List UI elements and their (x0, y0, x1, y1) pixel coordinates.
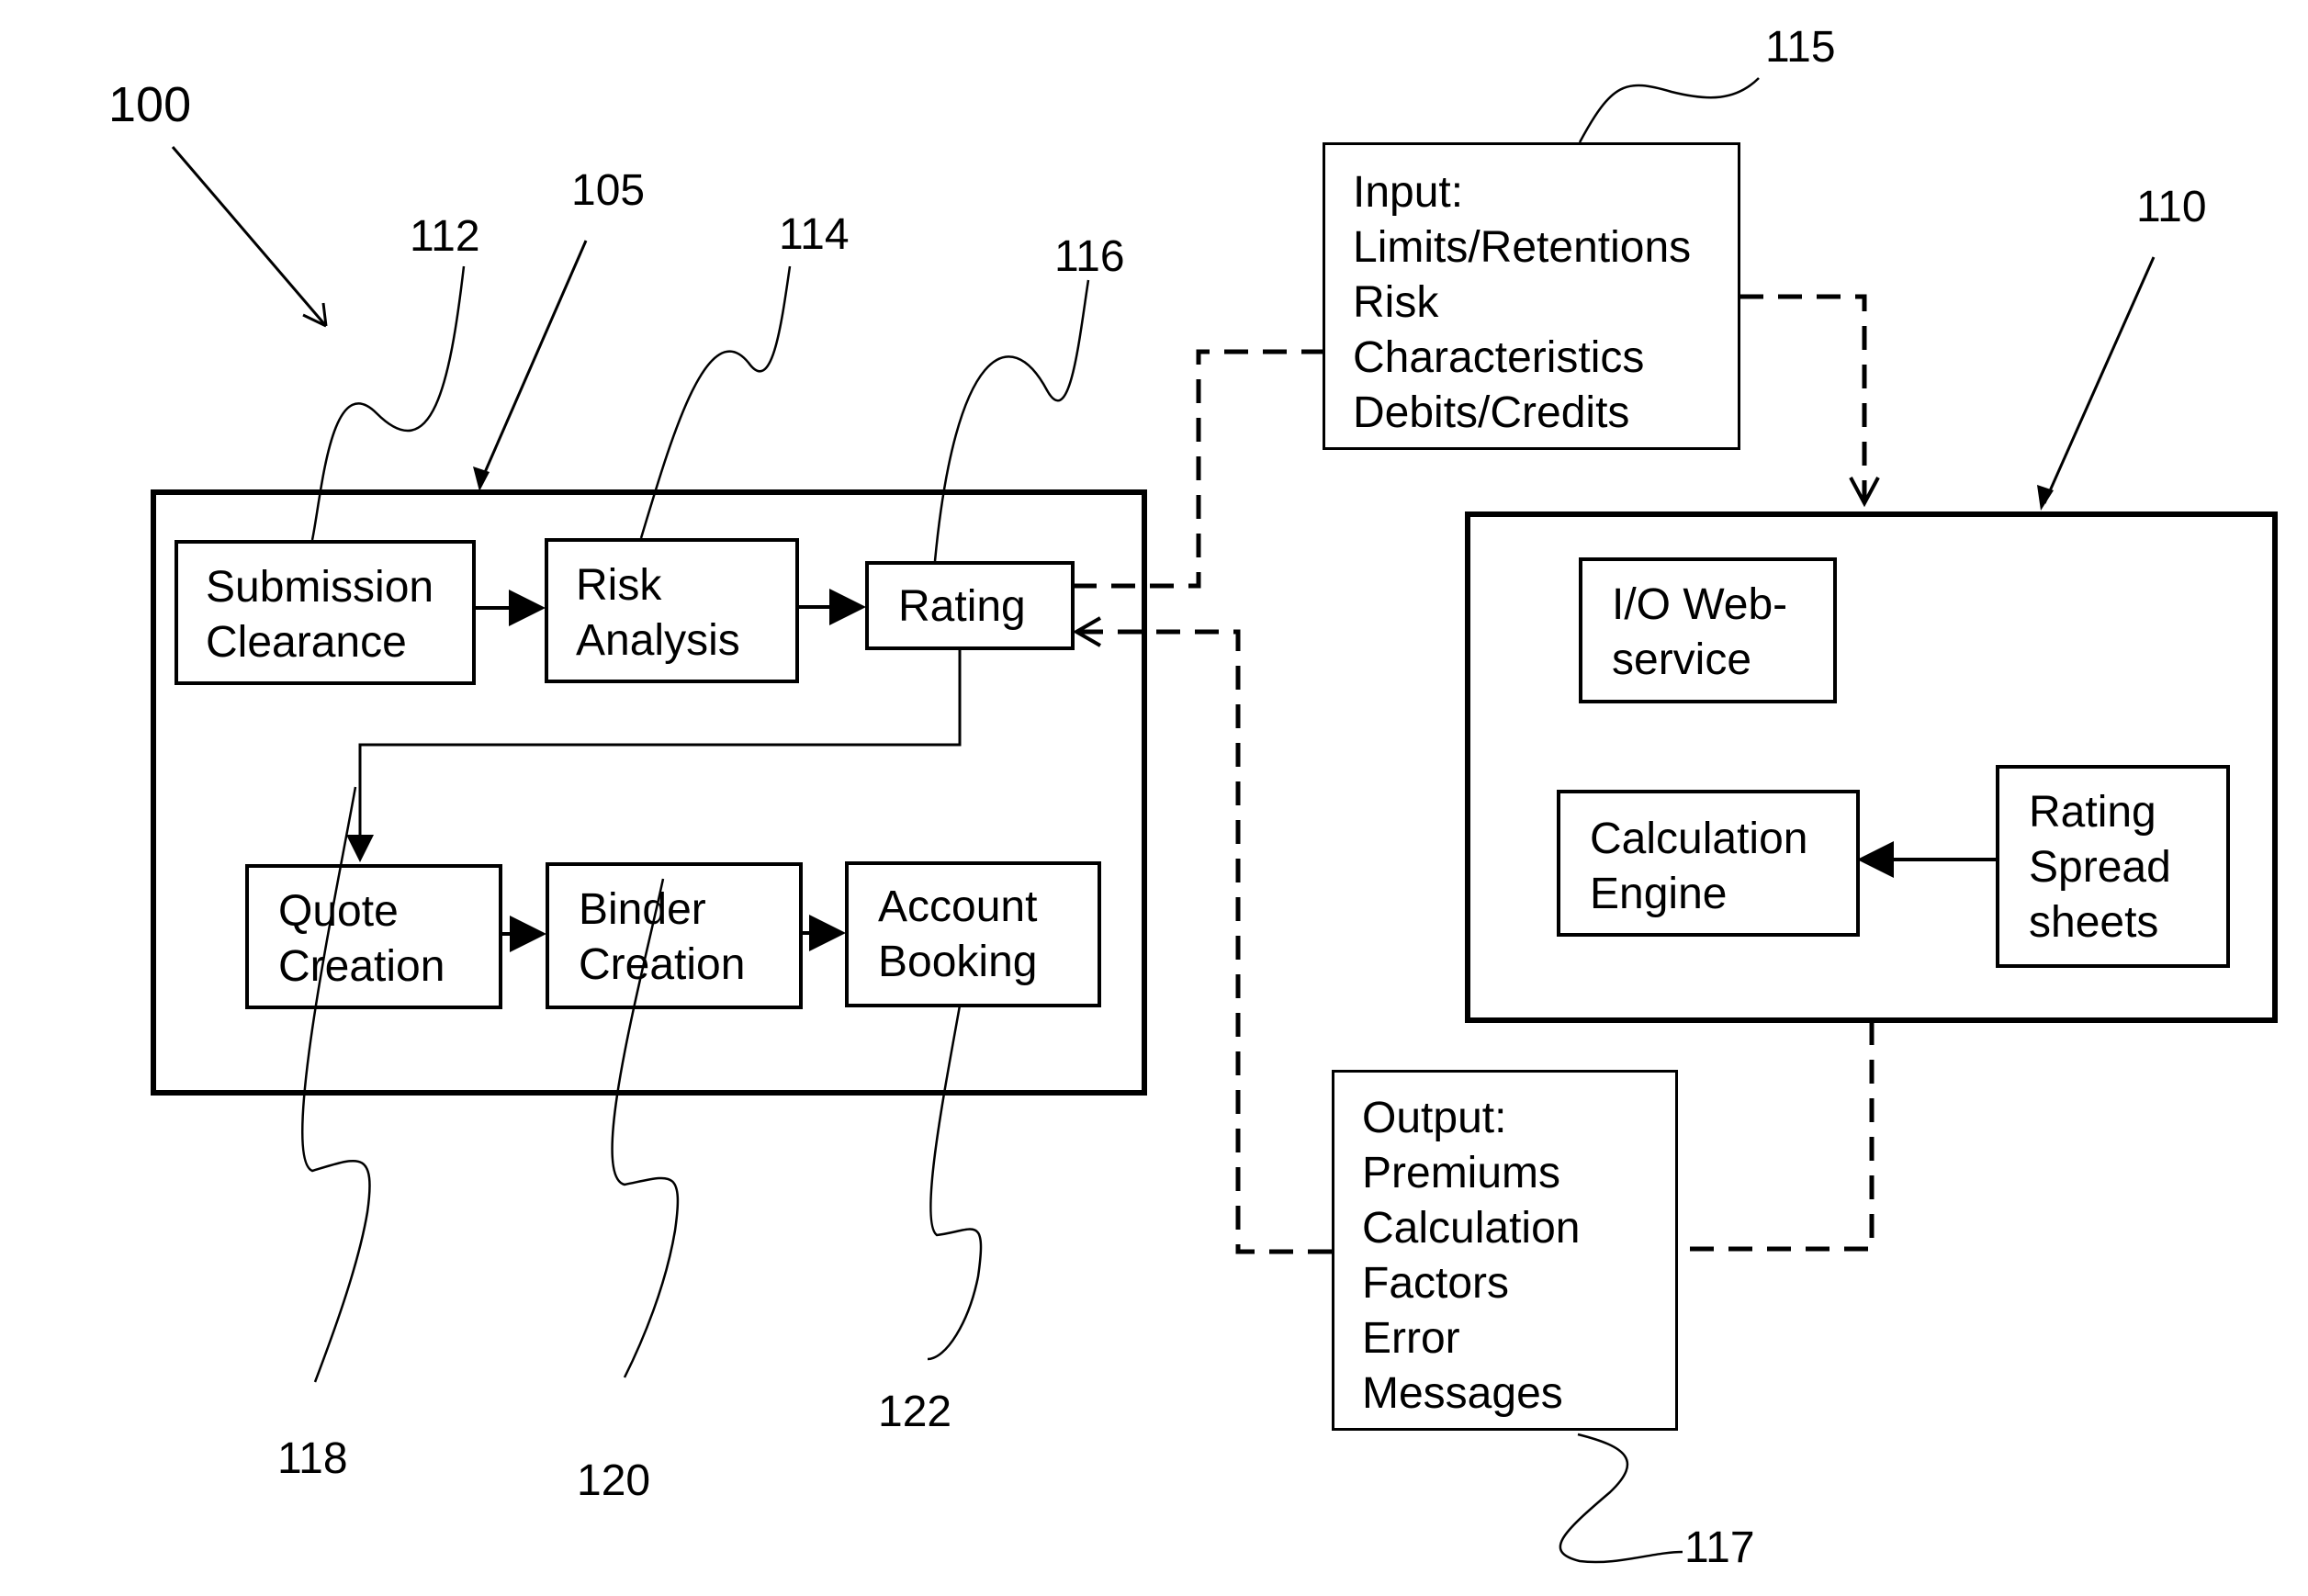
ref-105: 105 (571, 166, 646, 215)
quote-creation-line-1: Quote (278, 887, 399, 936)
ref-100: 100 (108, 77, 192, 132)
output-box[interactable]: Output: Premiums Calculation Factors Err… (1332, 1070, 1678, 1431)
binder-creation-line-1: Binder (579, 885, 706, 934)
risk-analysis-line-2: Analysis (576, 616, 740, 665)
ref-122: 122 (878, 1388, 952, 1436)
binder-creation-line-2: Creation (579, 940, 746, 989)
ref-115: 115 (1765, 23, 1836, 72)
ref-117: 117 (1684, 1523, 1755, 1572)
input-line-4: Characteristics (1353, 333, 1645, 382)
figure-100-pointer-arrow (171, 146, 328, 328)
submission-clearance-line-2: Clearance (206, 618, 407, 667)
input-line-5: Debits/Credits (1353, 388, 1630, 437)
io-webservice-line-1: I/O Web- (1612, 580, 1788, 629)
binder-creation-box[interactable]: Binder Creation (546, 862, 803, 1009)
ref-112: 112 (410, 212, 480, 261)
dashed-input-to-engine (1739, 294, 1867, 500)
rating-line-1: Rating (898, 582, 1026, 631)
rating-spreadsheets-box[interactable]: Rating Spread sheets (1996, 765, 2230, 968)
system-105-pointer-arrow (473, 240, 588, 491)
output-line-6: Messages (1362, 1369, 1563, 1418)
ref-114: 114 (779, 210, 850, 259)
submission-clearance-line-1: Submission (206, 563, 434, 612)
calculation-engine-box[interactable]: Calculation Engine (1557, 790, 1860, 937)
leader-117 (1559, 1433, 1683, 1564)
ref-116: 116 (1054, 232, 1125, 281)
io-webservice-box[interactable]: I/O Web- service (1579, 557, 1837, 703)
ref-120: 120 (577, 1456, 651, 1505)
output-line-2: Premiums (1362, 1149, 1561, 1197)
system-110-pointer-arrow (2037, 256, 2156, 511)
account-booking-box[interactable]: Account Booking (845, 861, 1101, 1007)
quote-creation-box[interactable]: Quote Creation (245, 864, 502, 1009)
ref-118: 118 (277, 1434, 348, 1483)
input-line-3: Risk (1353, 278, 1439, 327)
submission-clearance-box[interactable]: Submission Clearance (175, 540, 476, 685)
input-box[interactable]: Input: Limits/Retentions Risk Characteri… (1323, 142, 1740, 450)
input-line-1: Input: (1353, 168, 1464, 217)
output-line-1: Output: (1362, 1094, 1507, 1142)
quote-creation-line-2: Creation (278, 942, 445, 991)
account-booking-line-1: Account (878, 882, 1038, 931)
rating-spreadsheets-line-3: sheets (2029, 898, 2159, 947)
rating-spreadsheets-line-1: Rating (2029, 788, 2156, 837)
rating-spreadsheets-line-2: Spread (2029, 843, 2171, 892)
leader-115 (1578, 77, 1760, 143)
output-line-5: Error (1362, 1314, 1460, 1363)
io-webservice-line-2: service (1612, 635, 1752, 684)
calculation-engine-line-2: Engine (1590, 870, 1728, 918)
rating-box[interactable]: Rating (865, 561, 1075, 650)
input-line-2: Limits/Retentions (1353, 223, 1692, 272)
risk-analysis-line-1: Risk (576, 561, 662, 610)
dashed-engine-to-output (1676, 1021, 1875, 1252)
output-line-3: Calculation (1362, 1204, 1581, 1253)
risk-analysis-box[interactable]: Risk Analysis (545, 538, 799, 683)
ref-110: 110 (2136, 183, 2207, 231)
account-booking-line-2: Booking (878, 938, 1038, 986)
output-line-4: Factors (1362, 1259, 1510, 1308)
calculation-engine-line-1: Calculation (1590, 815, 1808, 863)
